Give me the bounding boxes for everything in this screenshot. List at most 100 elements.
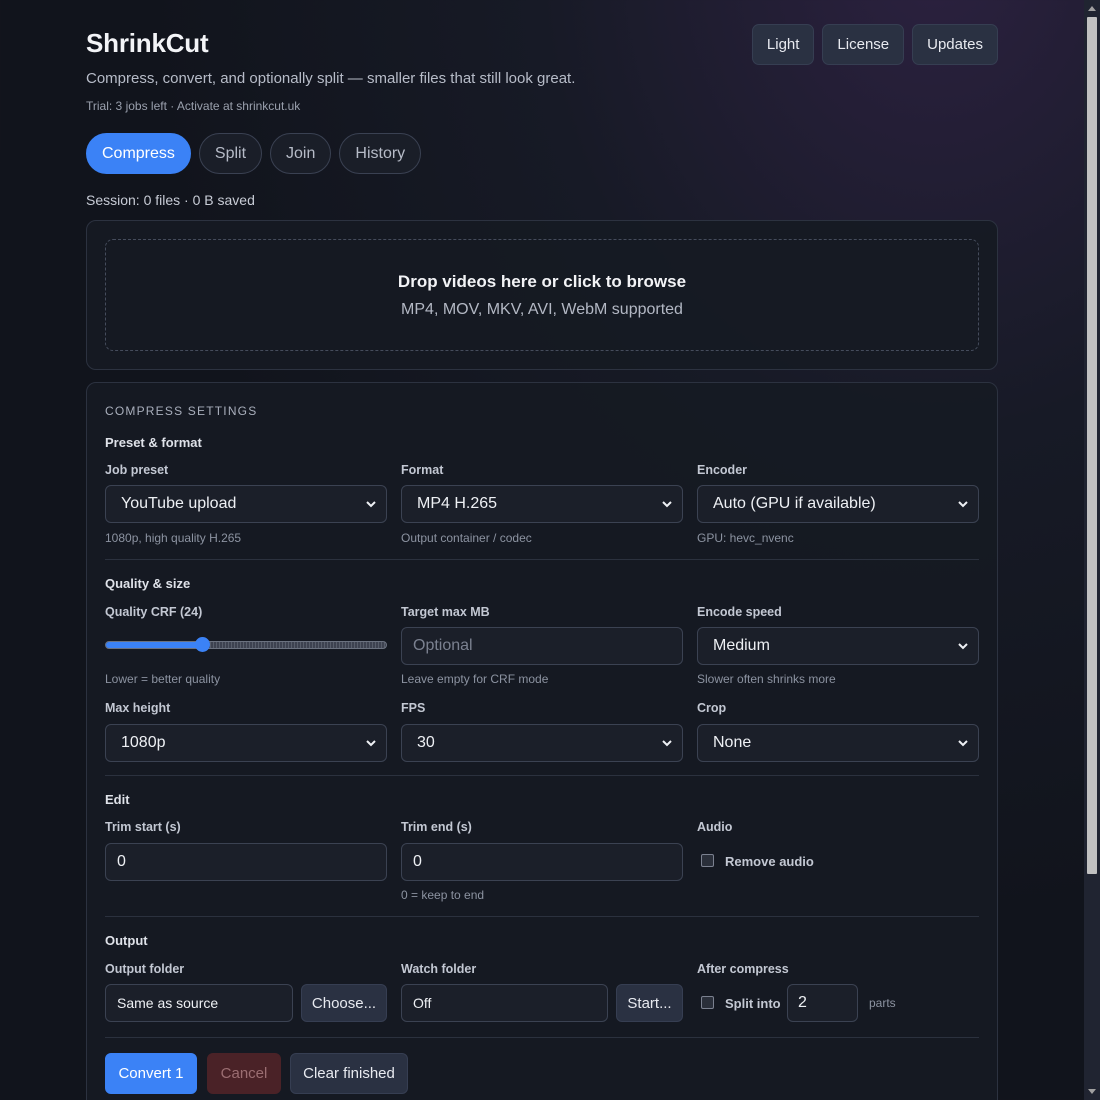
fps-select[interactable]: 30: [401, 724, 683, 762]
crf-slider-fill: [106, 642, 202, 648]
format-label: Format: [401, 463, 444, 477]
scroll-down-icon[interactable]: [1088, 1089, 1096, 1094]
tab-join[interactable]: Join: [270, 133, 332, 174]
chevron-down-icon: [662, 501, 672, 508]
remove-audio-label: Remove audio: [725, 854, 814, 869]
chevron-down-icon: [366, 501, 376, 508]
split-into-label: Split into: [725, 996, 781, 1011]
file-dropzone[interactable]: Drop videos here or click to browse MP4,…: [105, 239, 979, 351]
crf-label: Quality CRF (24): [105, 605, 203, 619]
crop-label: Crop: [697, 701, 727, 715]
encode-speed-hint: Slower often shrinks more: [697, 672, 836, 686]
scrollbar-thumb[interactable]: [1087, 17, 1097, 874]
app-tagline: Compress, convert, and optionally split …: [86, 70, 576, 87]
job-preset-hint: 1080p, high quality H.265: [105, 531, 242, 545]
compress-settings-panel: COMPRESS SETTINGS Preset & format Job pr…: [86, 382, 998, 1100]
chevron-down-icon: [958, 501, 968, 508]
divider: [105, 1037, 979, 1038]
job-preset-select[interactable]: YouTube upload: [105, 485, 387, 523]
trim-start-value: 0: [117, 853, 126, 870]
split-parts-input[interactable]: 2: [787, 984, 858, 1022]
watch-folder-label: Watch folder: [401, 962, 477, 976]
output-folder-label: Output folder: [105, 962, 185, 976]
light-theme-button[interactable]: Light: [751, 24, 815, 65]
target-mb-hint: Leave empty for CRF mode: [401, 672, 549, 686]
fps-value: 30: [417, 734, 435, 751]
job-preset-label: Job preset: [105, 463, 169, 477]
trim-start-input[interactable]: 0: [105, 843, 387, 881]
divider: [105, 559, 979, 560]
target-mb-label: Target max MB: [401, 605, 490, 619]
preset-format-heading: Preset & format: [105, 435, 202, 450]
remove-audio-checkbox[interactable]: [701, 854, 714, 867]
watch-folder-input[interactable]: Off: [401, 984, 608, 1022]
audio-label: Audio: [697, 820, 733, 834]
drop-card: Drop videos here or click to browse MP4,…: [86, 220, 998, 370]
scroll-up-icon[interactable]: [1088, 6, 1096, 11]
crop-select[interactable]: None: [697, 724, 979, 762]
format-hint: Output container / codec: [401, 531, 532, 545]
convert-button[interactable]: Convert 1: [105, 1053, 197, 1094]
settings-caption: COMPRESS SETTINGS: [105, 404, 258, 418]
license-button[interactable]: License: [822, 24, 905, 65]
top-actions: Light License Updates: [751, 24, 998, 65]
target-mb-placeholder: Optional: [413, 637, 473, 654]
trial-notice: Trial: 3 jobs left · Activate at shrinkc…: [86, 99, 301, 113]
watch-folder-value: Off: [413, 995, 432, 1011]
tab-compress[interactable]: Compress: [86, 133, 191, 174]
divider: [105, 775, 979, 776]
crf-hint: Lower = better quality: [105, 672, 221, 686]
start-watch-button[interactable]: Start...: [616, 984, 683, 1022]
format-value: MP4 H.265: [417, 495, 498, 512]
clear-finished-button[interactable]: Clear finished: [290, 1053, 408, 1094]
updates-button[interactable]: Updates: [912, 24, 998, 65]
dropzone-title: Drop videos here or click to browse: [397, 271, 687, 291]
trim-end-value: 0: [413, 853, 422, 870]
cancel-button[interactable]: Cancel: [207, 1053, 281, 1094]
split-into-checkbox[interactable]: [701, 996, 714, 1009]
max-height-value: 1080p: [121, 734, 166, 751]
choose-folder-button[interactable]: Choose...: [301, 984, 387, 1022]
encode-speed-label: Encode speed: [697, 605, 782, 619]
encoder-select[interactable]: Auto (GPU if available): [697, 485, 979, 523]
max-height-label: Max height: [105, 701, 171, 715]
max-height-select[interactable]: 1080p: [105, 724, 387, 762]
session-stats: Session: 0 files · 0 B saved: [86, 192, 255, 208]
dropzone-formats: MP4, MOV, MKV, AVI, WebM supported: [401, 300, 683, 318]
output-folder-value: Same as source: [117, 995, 219, 1011]
split-parts-value: 2: [798, 994, 807, 1011]
chevron-down-icon: [662, 740, 672, 747]
mode-tabs: Compress Split Join History: [86, 133, 422, 174]
quality-size-heading: Quality & size: [105, 576, 191, 591]
trim-start-label: Trim start (s): [105, 820, 181, 834]
encoder-hint: GPU: hevc_nvenc: [697, 531, 794, 545]
tab-split[interactable]: Split: [198, 133, 263, 174]
chevron-down-icon: [366, 740, 376, 747]
output-heading: Output: [105, 933, 148, 948]
format-select[interactable]: MP4 H.265: [401, 485, 683, 523]
crf-slider[interactable]: [105, 637, 387, 652]
app-page: ShrinkCut Compress, convert, and optiona…: [86, 0, 998, 1100]
app-title: ShrinkCut: [86, 28, 209, 58]
crf-slider-thumb[interactable]: [195, 637, 210, 652]
chevron-down-icon: [958, 740, 968, 747]
trim-end-label: Trim end (s): [401, 820, 472, 834]
page-scrollbar[interactable]: [1084, 0, 1100, 1100]
encode-speed-value: Medium: [713, 637, 770, 654]
edit-heading: Edit: [105, 792, 130, 807]
crop-value: None: [713, 734, 752, 751]
encoder-label: Encoder: [697, 463, 748, 477]
output-folder-input[interactable]: Same as source: [105, 984, 293, 1022]
after-compress-label: After compress: [697, 962, 789, 976]
target-mb-input[interactable]: Optional: [401, 627, 683, 665]
encoder-value: Auto (GPU if available): [713, 495, 876, 512]
app-header: ShrinkCut Compress, convert, and optiona…: [86, 0, 998, 120]
job-preset-value: YouTube upload: [121, 495, 237, 512]
divider: [105, 916, 979, 917]
encode-speed-select[interactable]: Medium: [697, 627, 979, 665]
fps-label: FPS: [401, 701, 426, 715]
trim-end-input[interactable]: 0: [401, 843, 683, 881]
chevron-down-icon: [958, 643, 968, 650]
trim-end-hint: 0 = keep to end: [401, 888, 485, 902]
tab-history[interactable]: History: [339, 133, 422, 174]
